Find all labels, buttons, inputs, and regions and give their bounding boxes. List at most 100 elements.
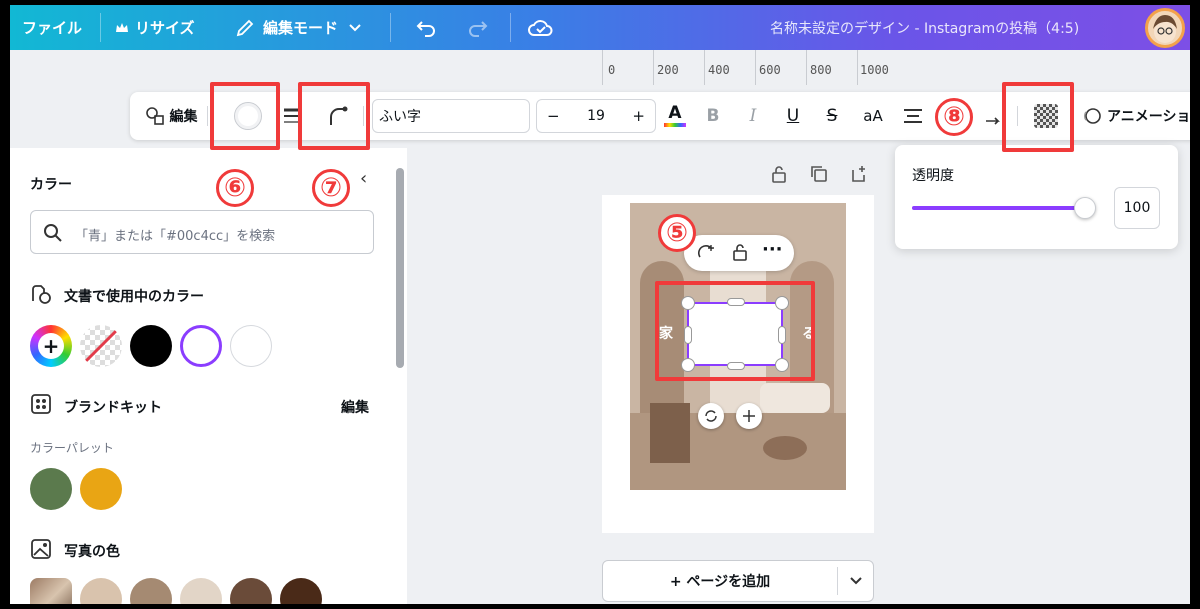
annotation-8-label: ⑧ bbox=[942, 102, 965, 132]
transparency-slider[interactable] bbox=[912, 197, 1096, 219]
add-page-button[interactable]: + ページを追加 bbox=[603, 561, 837, 601]
color-swatch-white-selected[interactable] bbox=[180, 325, 222, 367]
chevron-down-icon bbox=[349, 23, 361, 31]
file-menu[interactable]: ファイル bbox=[22, 5, 82, 50]
annotation-number-8: ⑧ bbox=[935, 98, 973, 136]
spacing-icon bbox=[986, 117, 1000, 125]
color-panel: カラー ‹ 「青」または「#00c4cc」を検索 文書で使用中のカラー + ブラ… bbox=[10, 148, 407, 604]
letter-case-button[interactable]: aA bbox=[858, 92, 888, 140]
ruler-label: 0 bbox=[608, 63, 616, 77]
duplicate-page-button[interactable] bbox=[810, 165, 828, 187]
plus-icon: + bbox=[38, 333, 64, 359]
search-icon bbox=[44, 224, 62, 242]
crown-icon bbox=[116, 22, 128, 32]
palette-swatch-green[interactable] bbox=[30, 468, 72, 510]
rotate-handle[interactable] bbox=[698, 403, 724, 429]
photo-swatch[interactable] bbox=[230, 578, 272, 604]
photo-swatch[interactable] bbox=[80, 578, 122, 604]
color-swatch-white[interactable] bbox=[230, 325, 272, 367]
annotation-6-label: ⑥ bbox=[223, 173, 246, 203]
add-page-options-button[interactable] bbox=[839, 561, 873, 601]
panel-title: カラー bbox=[30, 177, 72, 193]
ruler-tick bbox=[806, 50, 807, 85]
edit-mode-button[interactable]: 編集モード bbox=[235, 5, 362, 50]
cloud-check-icon bbox=[528, 19, 553, 36]
close-panel-button[interactable]: ‹ bbox=[360, 168, 367, 189]
top-bar: ファイル リサイズ 編集モード 名称未設定のデザイン - Instagramの投… bbox=[10, 5, 1190, 50]
color-search-input[interactable]: 「青」または「#00c4cc」を検索 bbox=[30, 210, 374, 254]
letter-case-label: aA bbox=[863, 107, 883, 125]
font-size-value[interactable]: 19 bbox=[587, 108, 605, 124]
chevron-left-icon: ‹ bbox=[360, 168, 368, 189]
lock-page-button[interactable] bbox=[770, 165, 788, 187]
ruler-tick bbox=[602, 50, 603, 85]
animate-button[interactable]: アニメーショ bbox=[1082, 92, 1190, 140]
italic-button[interactable]: I bbox=[738, 92, 768, 140]
resize-label: リサイズ bbox=[135, 19, 195, 37]
transparency-label: 透明度 bbox=[912, 168, 954, 184]
ruler-label: 200 bbox=[657, 63, 679, 77]
ruler-tick bbox=[755, 50, 756, 85]
avatar-face-icon bbox=[1153, 15, 1177, 43]
increase-font-size-button[interactable]: + bbox=[632, 107, 645, 125]
file-menu-label: ファイル bbox=[22, 19, 83, 37]
edit-label: 編集 bbox=[169, 109, 198, 125]
text-color-button[interactable]: A bbox=[660, 92, 690, 140]
annotation-number-7: ⑦ bbox=[312, 169, 350, 207]
photo-swatch[interactable] bbox=[130, 578, 172, 604]
more-options-icon[interactable]: ··· bbox=[762, 239, 783, 260]
ruler-tick bbox=[704, 50, 705, 85]
decrease-font-size-button[interactable]: − bbox=[547, 107, 560, 125]
animate-icon bbox=[1083, 108, 1101, 124]
resize-button[interactable]: リサイズ bbox=[115, 5, 195, 50]
add-page-bar: + ページを追加 bbox=[602, 560, 874, 602]
add-page-icon-button[interactable] bbox=[850, 165, 868, 187]
regenerate-button[interactable] bbox=[696, 243, 716, 267]
underline-button[interactable]: U bbox=[778, 92, 808, 140]
transparency-slider-thumb[interactable] bbox=[1074, 197, 1096, 219]
photo-swatch[interactable] bbox=[280, 578, 322, 604]
font-size-stepper[interactable]: − 19 + bbox=[536, 99, 656, 133]
panel-scrollbar[interactable] bbox=[396, 168, 404, 368]
palette-swatch-yellow[interactable] bbox=[80, 468, 122, 510]
transparent-swatch[interactable] bbox=[80, 325, 122, 367]
strikethrough-button[interactable]: S bbox=[817, 92, 847, 140]
divider bbox=[390, 13, 391, 42]
annotation-number-6: ⑥ bbox=[216, 169, 254, 207]
redo-button[interactable] bbox=[467, 5, 489, 50]
align-center-icon bbox=[904, 109, 922, 123]
lock-icon bbox=[733, 244, 747, 261]
add-page-label: + ページを追加 bbox=[669, 574, 771, 590]
highlight-box-7 bbox=[298, 82, 370, 150]
palette-icon bbox=[30, 283, 54, 307]
font-family-select[interactable]: ふい字 bbox=[372, 99, 530, 133]
lock-element-button[interactable] bbox=[730, 242, 750, 266]
no-color-icon bbox=[84, 329, 118, 363]
edit-mode-label: 編集モード bbox=[263, 19, 339, 37]
rotate-icon bbox=[705, 410, 717, 422]
photo-colors-title: 写真の色 bbox=[64, 544, 120, 560]
avatar[interactable] bbox=[1145, 8, 1185, 48]
divider bbox=[837, 567, 838, 595]
color-swatch-black[interactable] bbox=[130, 325, 172, 367]
cloud-save-button[interactable] bbox=[528, 5, 554, 50]
document-title-text: 名称未設定のデザイン - Instagramの投稿（4:5) bbox=[770, 20, 1080, 37]
photo-swatch[interactable] bbox=[180, 578, 222, 604]
add-color-button[interactable]: + bbox=[30, 325, 72, 367]
move-handle[interactable] bbox=[736, 403, 762, 429]
undo-button[interactable] bbox=[415, 5, 437, 50]
transparency-popover: 透明度 100 bbox=[895, 145, 1178, 249]
align-button[interactable] bbox=[898, 92, 928, 140]
photo-thumbnail[interactable] bbox=[30, 578, 72, 604]
bold-button[interactable]: B bbox=[698, 92, 728, 140]
edit-button[interactable]: 編集 bbox=[140, 92, 202, 140]
color-palette-label: カラーパレット bbox=[30, 441, 114, 455]
add-page-icon bbox=[852, 166, 865, 182]
document-title[interactable]: 名称未設定のデザイン - Instagramの投稿（4:5) bbox=[770, 5, 1079, 50]
italic-label: I bbox=[749, 106, 757, 126]
annotation-number-5: ⑤ bbox=[658, 214, 696, 252]
divider bbox=[207, 106, 208, 126]
brand-kit-edit-link[interactable]: 編集 bbox=[341, 397, 369, 417]
transparency-value-input[interactable]: 100 bbox=[1114, 187, 1160, 229]
ruler-label: 800 bbox=[810, 63, 832, 77]
